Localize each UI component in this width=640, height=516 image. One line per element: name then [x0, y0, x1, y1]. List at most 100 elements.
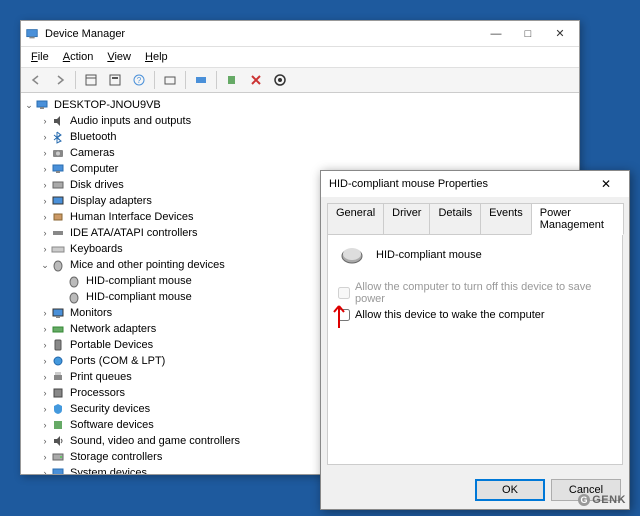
expand-icon[interactable] — [55, 275, 67, 287]
expand-icon[interactable]: ⌄ — [23, 99, 35, 111]
ok-button[interactable]: OK — [475, 479, 545, 501]
scan-button[interactable] — [190, 69, 212, 91]
tree-label: Network adapters — [68, 323, 158, 335]
menu-help[interactable]: Help — [139, 49, 174, 65]
close-button[interactable]: ✕ — [545, 24, 575, 44]
checkbox-wake-input[interactable] — [338, 309, 350, 321]
expand-icon[interactable]: › — [39, 419, 51, 431]
expand-icon[interactable]: › — [39, 403, 51, 415]
expand-icon[interactable]: › — [39, 387, 51, 399]
dialog-titlebar[interactable]: HID-compliant mouse Properties ✕ — [321, 171, 629, 197]
checkbox-turnoff-input — [338, 287, 350, 299]
expand-icon[interactable]: › — [39, 355, 51, 367]
expand-icon[interactable]: › — [39, 467, 51, 474]
update-button[interactable] — [221, 69, 243, 91]
system-icon — [51, 466, 65, 474]
tab-power-management[interactable]: Power Management — [531, 203, 624, 235]
print-icon — [51, 370, 65, 384]
tree-label: Cameras — [68, 147, 117, 159]
tree-label: Print queues — [68, 371, 134, 383]
storage-icon — [51, 450, 65, 464]
tree-label: Sound, video and game controllers — [68, 435, 242, 447]
tree-label: Monitors — [68, 307, 114, 319]
camera-icon — [51, 146, 65, 160]
help-button[interactable]: ? — [128, 69, 150, 91]
expand-icon[interactable]: › — [39, 211, 51, 223]
expand-icon[interactable]: › — [39, 179, 51, 191]
forward-button[interactable] — [49, 69, 71, 91]
menubar: File Action View Help — [21, 47, 579, 67]
expand-icon[interactable]: › — [39, 371, 51, 383]
display-icon — [51, 194, 65, 208]
expand-icon[interactable]: › — [39, 131, 51, 143]
tree-label: System devices — [68, 467, 149, 474]
expand-icon[interactable]: › — [39, 163, 51, 175]
security-icon — [51, 402, 65, 416]
tab-events[interactable]: Events — [480, 203, 532, 234]
close-icon[interactable]: ✕ — [591, 173, 621, 195]
tree-item[interactable]: › Audio inputs and outputs — [23, 113, 577, 129]
tab-details[interactable]: Details — [429, 203, 481, 234]
tab-strip: General Driver Details Events Power Mana… — [321, 197, 629, 234]
expand-icon[interactable]: › — [39, 323, 51, 335]
cpu-icon — [51, 386, 65, 400]
expand-icon[interactable]: › — [39, 243, 51, 255]
software-icon — [51, 418, 65, 432]
titlebar[interactable]: Device Manager — □ ✕ — [21, 21, 579, 47]
tool-icon[interactable] — [159, 69, 181, 91]
hid-icon — [51, 210, 65, 224]
expand-icon[interactable]: ⌄ — [39, 259, 51, 271]
expand-icon[interactable]: › — [39, 339, 51, 351]
menu-file[interactable]: File — [25, 49, 55, 65]
tab-content: HID-compliant mouse Allow the computer t… — [327, 234, 623, 465]
app-icon — [25, 27, 39, 41]
tree-label: IDE ATA/ATAPI controllers — [68, 227, 200, 239]
expand-icon[interactable]: › — [39, 115, 51, 127]
tree-label: Disk drives — [68, 179, 126, 191]
expand-icon[interactable]: › — [39, 451, 51, 463]
mouse-icon — [338, 245, 366, 265]
tree-label: Audio inputs and outputs — [68, 115, 193, 127]
mouse-icon — [51, 258, 65, 272]
tree-label: Ports (COM & LPT) — [68, 355, 167, 367]
tab-general[interactable]: General — [327, 203, 384, 234]
tree-item[interactable]: › Bluetooth — [23, 129, 577, 145]
tree-item[interactable]: ⌄ DESKTOP-JNOU9VB — [23, 97, 577, 113]
tree-label: Storage controllers — [68, 451, 164, 463]
device-name-label: HID-compliant mouse — [376, 249, 482, 261]
expand-icon[interactable]: › — [39, 307, 51, 319]
mouse-icon — [67, 290, 81, 304]
expand-icon[interactable] — [55, 291, 67, 303]
window-title: Device Manager — [45, 28, 481, 40]
toolbar: ? — [21, 67, 579, 93]
checkbox-allow-turnoff: Allow the computer to turn off this devi… — [338, 281, 612, 305]
ide-icon — [51, 226, 65, 240]
portable-icon — [51, 338, 65, 352]
tree-label: Human Interface Devices — [68, 211, 196, 223]
bluetooth-icon — [51, 130, 65, 144]
tree-item[interactable]: › Cameras — [23, 145, 577, 161]
tree-label: DESKTOP-JNOU9VB — [52, 99, 163, 111]
ports-icon — [51, 354, 65, 368]
sound-icon — [51, 434, 65, 448]
disable-button[interactable] — [269, 69, 291, 91]
checkbox-allow-wake[interactable]: Allow this device to wake the computer — [338, 309, 612, 321]
tab-driver[interactable]: Driver — [383, 203, 430, 234]
tree-label: Portable Devices — [68, 339, 155, 351]
expand-icon[interactable]: › — [39, 147, 51, 159]
tree-label: Computer — [68, 163, 120, 175]
properties-button[interactable] — [104, 69, 126, 91]
maximize-button[interactable]: □ — [513, 24, 543, 44]
svg-text:?: ? — [137, 76, 142, 85]
menu-action[interactable]: Action — [57, 49, 100, 65]
expand-icon[interactable]: › — [39, 227, 51, 239]
uninstall-button[interactable] — [245, 69, 267, 91]
expand-icon[interactable]: › — [39, 195, 51, 207]
show-hide-button[interactable] — [80, 69, 102, 91]
back-button[interactable] — [25, 69, 47, 91]
menu-view[interactable]: View — [101, 49, 137, 65]
expand-icon[interactable]: › — [39, 435, 51, 447]
minimize-button[interactable]: — — [481, 24, 511, 44]
tree-label: Processors — [68, 387, 127, 399]
computer-icon — [35, 98, 49, 112]
